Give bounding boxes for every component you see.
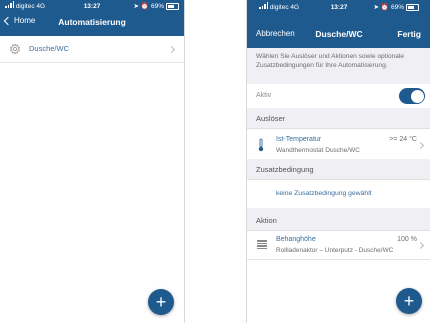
status-bar: digitec 4G 13:27 ➤ ⏰ 69% (0, 0, 184, 13)
chevron-right-icon (416, 141, 425, 150)
condition-empty-text: keine Zusatzbedingung gewählt (276, 190, 372, 197)
trigger-item[interactable]: Ist-Temperatur >= 24 °C Wandthermostat D… (247, 131, 430, 160)
action-item[interactable]: Behanghöhe 100 % Rollladenaktor – Unterp… (247, 231, 430, 260)
done-button[interactable]: Fertig (397, 29, 421, 39)
trigger-section-header: Auslöser (247, 108, 430, 129)
active-label: Aktiv (256, 92, 272, 99)
list-item-label: Dusche/WC (29, 44, 70, 53)
battery-percent: 69% (150, 3, 164, 10)
list-item[interactable]: Dusche/WC (0, 36, 184, 63)
chevron-right-icon (167, 45, 176, 54)
condition-section-header: Zusatzbedingung (247, 159, 430, 180)
automation-edit-screen: digitec 4G 13:27 ➤ ⏰ 69% Abbrechen Dusch… (246, 0, 430, 323)
action-section-header: Aktion (247, 210, 430, 231)
battery-percent: 69% (390, 4, 404, 11)
section-title: Zusatzbedingung (256, 165, 314, 174)
location-icon: ➤ (133, 3, 139, 10)
automation-list-screen: digitec 4G 13:27 ➤ ⏰ 69% Home Automatisi… (0, 0, 185, 323)
location-icon: ➤ (373, 4, 379, 11)
navigation-bar: digitec 4G 13:27 ➤ ⏰ 69% Home Automatisi… (0, 0, 184, 36)
action-title: Behanghöhe (276, 236, 316, 243)
intro-text: Wählen Sie Auslöser und Aktionen sowie o… (256, 53, 405, 69)
section-title: Auslöser (256, 114, 286, 123)
gear-icon (10, 43, 20, 55)
status-bar: digitec 4G 13:27 ➤ ⏰ 69% (247, 1, 430, 14)
active-toggle[interactable] (399, 88, 425, 104)
alarm-icon: ⏰ (380, 4, 389, 11)
trigger-subtitle: Wandthermostat Dusche/WC (276, 147, 360, 154)
status-right: ➤ ⏰ 69% (133, 0, 179, 13)
trigger-title: Ist-Temperatur (276, 136, 322, 143)
action-value: 100 % (397, 236, 417, 243)
section-title: Aktion (256, 216, 277, 225)
chevron-right-icon (416, 241, 425, 250)
status-right: ➤ ⏰ 69% (373, 1, 419, 14)
battery-icon (166, 3, 179, 10)
blind-icon (257, 240, 267, 249)
add-button[interactable]: + (396, 288, 422, 314)
navigation-bar: digitec 4G 13:27 ➤ ⏰ 69% Abbrechen Dusch… (247, 0, 430, 48)
alarm-icon: ⏰ (140, 3, 149, 10)
battery-icon (406, 4, 419, 11)
thermometer-icon (258, 138, 264, 152)
page-title: Automatisierung (58, 17, 126, 27)
action-subtitle: Rollladenaktor – Unterputz - Dusche/WC (276, 247, 394, 254)
add-condition-row[interactable]: keine Zusatzbedingung gewählt (247, 180, 430, 208)
active-row: Aktiv (247, 84, 430, 109)
trigger-value: >= 24 °C (389, 136, 417, 143)
add-button[interactable]: + (148, 289, 174, 315)
